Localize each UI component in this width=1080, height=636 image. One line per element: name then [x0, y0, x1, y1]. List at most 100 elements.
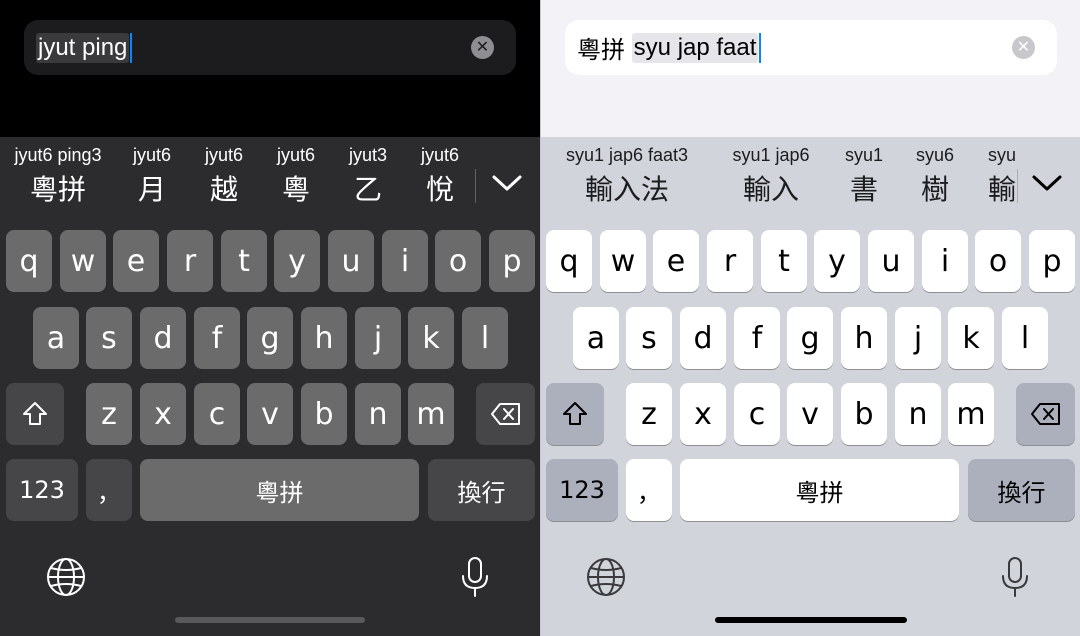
key-q[interactable]: q: [6, 230, 52, 292]
clear-icon[interactable]: ✕: [471, 36, 494, 59]
globe-icon[interactable]: [584, 555, 628, 599]
chevron-down-icon[interactable]: [1029, 165, 1065, 201]
comma-key[interactable]: ，: [86, 459, 132, 521]
key-d[interactable]: d: [140, 307, 186, 369]
key-t[interactable]: t: [221, 230, 267, 292]
key-g[interactable]: g: [787, 307, 833, 369]
key-b[interactable]: b: [841, 383, 887, 445]
candidate-characters: 月: [137, 174, 166, 205]
space-key[interactable]: 粵拼: [680, 459, 959, 521]
key-f[interactable]: f: [734, 307, 780, 369]
key-q[interactable]: q: [546, 230, 592, 292]
text-caret: [130, 32, 133, 63]
key-u[interactable]: u: [328, 230, 374, 292]
shift-icon: [23, 402, 47, 425]
key-j[interactable]: j: [895, 307, 941, 369]
key-w[interactable]: w: [600, 230, 646, 292]
key-m[interactable]: m: [408, 383, 454, 445]
key-g[interactable]: g: [247, 307, 293, 369]
key-o[interactable]: o: [975, 230, 1021, 292]
return-key[interactable]: 換行: [428, 459, 535, 521]
shift-key[interactable]: [6, 383, 64, 445]
key-p[interactable]: p: [1029, 230, 1075, 292]
search-field[interactable]: 粵拼 syu jap faat ✕: [565, 20, 1057, 75]
candidate-item[interactable]: jyut6 ping3 粵拼: [8, 145, 108, 208]
key-h[interactable]: h: [841, 307, 887, 369]
key-n[interactable]: n: [355, 383, 401, 445]
return-key[interactable]: 換行: [968, 459, 1075, 521]
candidate-romanization: jyut6: [420, 145, 460, 165]
microphone-icon[interactable]: [453, 555, 497, 599]
key-t[interactable]: t: [761, 230, 807, 292]
candidate-item[interactable]: syu6 樹: [912, 145, 958, 208]
key-z[interactable]: z: [626, 383, 672, 445]
space-key[interactable]: 粵拼: [140, 459, 419, 521]
shift-key[interactable]: [546, 383, 604, 445]
key-i[interactable]: i: [922, 230, 968, 292]
text-caret: [759, 32, 762, 63]
key-a[interactable]: a: [573, 307, 619, 369]
candidate-romanization: jyut3: [348, 145, 388, 165]
candidate-item[interactable]: syu1 jap6 輸入: [729, 145, 813, 208]
key-f[interactable]: f: [194, 307, 240, 369]
microphone-icon[interactable]: [993, 555, 1037, 599]
key-w[interactable]: w: [60, 230, 106, 292]
backspace-key[interactable]: [1016, 383, 1075, 445]
candidate-bar: syu1 jap6 faat3 輸入法 syu1 jap6 輸入 syu1 書 …: [541, 137, 1080, 225]
key-n[interactable]: n: [895, 383, 941, 445]
candidate-romanization: jyut6: [276, 145, 316, 165]
key-c[interactable]: c: [194, 383, 240, 445]
candidate-characters: 乙: [353, 174, 382, 205]
key-e[interactable]: e: [653, 230, 699, 292]
candidate-characters: 樹: [920, 174, 949, 205]
key-u[interactable]: u: [868, 230, 914, 292]
candidate-romanization: jyut6: [132, 145, 172, 165]
search-field[interactable]: jyut ping ✕: [24, 20, 516, 75]
backspace-key[interactable]: [476, 383, 535, 445]
key-k[interactable]: k: [948, 307, 994, 369]
key-r[interactable]: r: [167, 230, 213, 292]
key-v[interactable]: v: [787, 383, 833, 445]
key-y[interactable]: y: [274, 230, 320, 292]
candidate-item[interactable]: syu 輸: [988, 145, 1016, 208]
key-e[interactable]: e: [113, 230, 159, 292]
key-s[interactable]: s: [86, 307, 132, 369]
key-r[interactable]: r: [707, 230, 753, 292]
key-v[interactable]: v: [247, 383, 293, 445]
key-x[interactable]: x: [680, 383, 726, 445]
key-z[interactable]: z: [86, 383, 132, 445]
chevron-down-icon[interactable]: [489, 165, 525, 201]
key-l[interactable]: l: [1002, 307, 1048, 369]
candidate-item[interactable]: jyut6 月: [128, 145, 176, 208]
key-s[interactable]: s: [626, 307, 672, 369]
clear-icon[interactable]: ✕: [1012, 36, 1035, 59]
key-c[interactable]: c: [734, 383, 780, 445]
key-d[interactable]: d: [680, 307, 726, 369]
candidate-characters: 粵: [281, 174, 310, 205]
candidate-item[interactable]: jyut3 乙: [344, 145, 392, 208]
key-j[interactable]: j: [355, 307, 401, 369]
key-y[interactable]: y: [814, 230, 860, 292]
numbers-key[interactable]: 123: [546, 459, 618, 521]
key-k[interactable]: k: [408, 307, 454, 369]
candidate-romanization: syu1 jap6: [732, 145, 810, 165]
candidate-item[interactable]: jyut6 粵: [272, 145, 320, 208]
key-h[interactable]: h: [301, 307, 347, 369]
candidate-item[interactable]: jyut6 悅: [416, 145, 464, 208]
key-x[interactable]: x: [140, 383, 186, 445]
search-text: syu jap faat: [631, 32, 759, 63]
comma-key[interactable]: ，: [626, 459, 672, 521]
candidate-item[interactable]: syu1 書: [841, 145, 887, 208]
numbers-key[interactable]: 123: [6, 459, 78, 521]
globe-icon[interactable]: [44, 555, 88, 599]
key-i[interactable]: i: [382, 230, 428, 292]
candidate-item[interactable]: jyut6 越: [200, 145, 248, 208]
key-p[interactable]: p: [489, 230, 535, 292]
candidate-romanization: jyut6: [204, 145, 244, 165]
candidate-item[interactable]: syu1 jap6 faat3 輸入法: [561, 145, 693, 208]
key-l[interactable]: l: [462, 307, 508, 369]
key-o[interactable]: o: [435, 230, 481, 292]
key-b[interactable]: b: [301, 383, 347, 445]
key-m[interactable]: m: [948, 383, 994, 445]
key-a[interactable]: a: [33, 307, 79, 369]
